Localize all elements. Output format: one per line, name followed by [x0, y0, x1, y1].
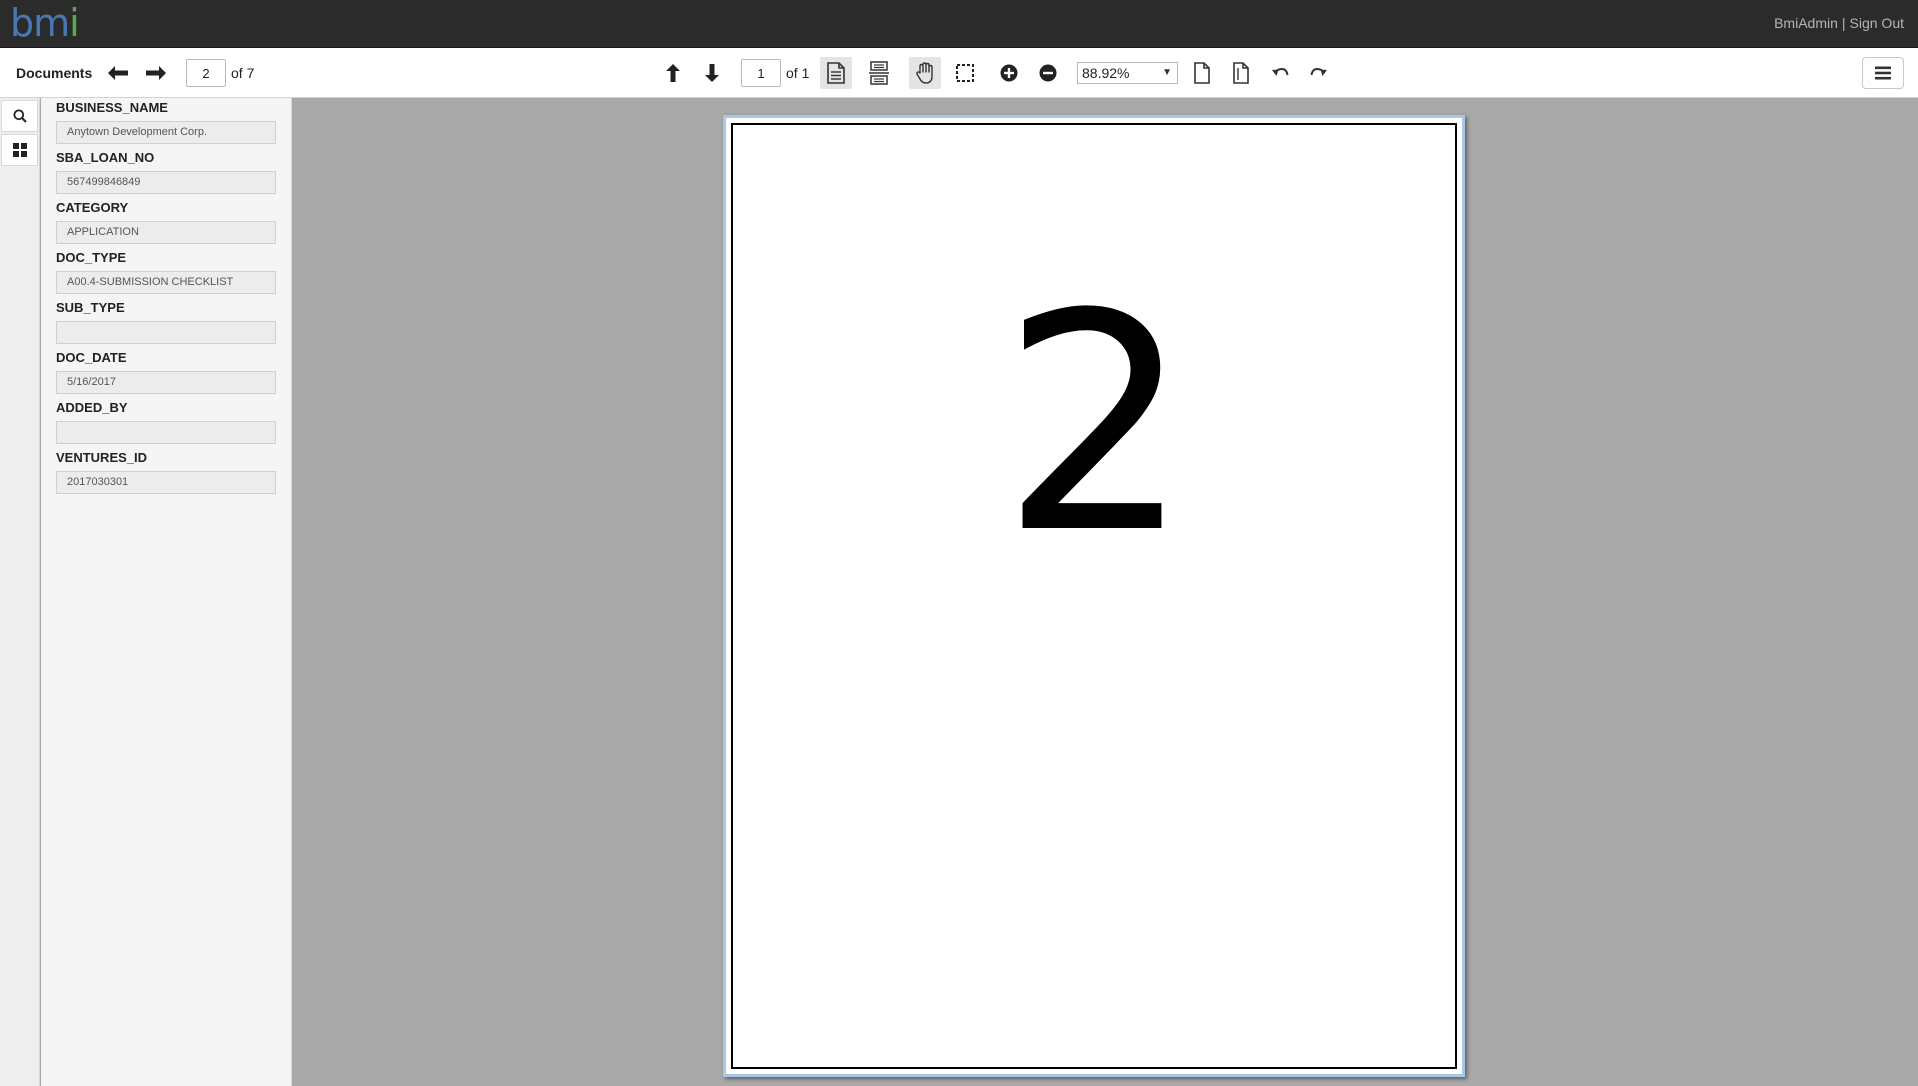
field-label: CATEGORY	[56, 200, 129, 215]
field-ventures-id: VENTURES_ID 2017030301	[56, 449, 276, 494]
user-separator: |	[1841, 15, 1846, 31]
document-number-input[interactable]	[186, 59, 226, 87]
field-label: ADDED_BY	[56, 400, 128, 415]
field-doc-type: DOC_TYPE A00.4-SUBMISSION CHECKLIST	[56, 249, 276, 294]
field-value-box[interactable]: 5/16/2017	[56, 371, 276, 394]
page-selection-frame[interactable]: 2	[723, 115, 1465, 1077]
single-page-icon	[827, 62, 845, 84]
single-page-view-button[interactable]	[820, 57, 852, 89]
page-number-input[interactable]	[741, 59, 781, 87]
hamburger-icon	[1875, 66, 1891, 80]
minus-circle-icon	[1039, 64, 1057, 82]
previous-page-button[interactable]	[657, 57, 689, 89]
arrow-right-icon	[146, 66, 166, 80]
arrow-up-icon	[666, 64, 680, 82]
document-viewer[interactable]: 2	[292, 98, 1918, 1086]
username-label: BmiAdmin	[1774, 15, 1838, 31]
field-sba-loan-no: SBA_LOAN_NO 567499846849	[56, 149, 276, 194]
zoom-level-select[interactable]: 88.92% ▼	[1077, 62, 1178, 84]
hamburger-menu-button[interactable]	[1862, 57, 1904, 89]
marquee-select-icon	[956, 64, 974, 82]
document-count-label: of 7	[231, 65, 255, 81]
search-panel-button[interactable]	[1, 100, 38, 132]
page-count-label: of 1	[786, 65, 810, 81]
fit-width-button[interactable]	[1225, 57, 1257, 89]
logo-text-main: bm	[10, 1, 70, 45]
field-value-box[interactable]: A00.4-SUBMISSION CHECKLIST	[56, 271, 276, 294]
logo-text-i: i	[69, 1, 80, 45]
dropdown-arrow-icon: ▼	[1162, 67, 1172, 78]
user-area: BmiAdmin | Sign Out	[1774, 15, 1904, 31]
continuous-page-view-button[interactable]	[863, 57, 895, 89]
zoom-in-button[interactable]	[993, 57, 1025, 89]
field-value-box[interactable]	[56, 321, 276, 344]
field-label: SUB_TYPE	[56, 300, 125, 315]
field-value-box[interactable]: 567499846849	[56, 171, 276, 194]
thumbnails-panel-button[interactable]	[1, 134, 38, 166]
field-label: DOC_TYPE	[56, 250, 127, 265]
grid-icon	[12, 143, 27, 157]
field-value-box[interactable]: 2017030301	[56, 471, 276, 494]
continuous-pages-icon	[869, 61, 889, 85]
zoom-level-value: 88.92%	[1082, 65, 1130, 81]
document-toolbar: Documents of 7 of 1 88.92% ▼	[0, 48, 1918, 98]
field-label: DOC_DATE	[56, 350, 127, 365]
page-width-icon	[1233, 62, 1249, 84]
field-added-by: ADDED_BY	[56, 399, 276, 444]
field-label: VENTURES_ID	[56, 450, 148, 465]
rotate-right-icon	[1310, 67, 1327, 76]
plus-circle-icon	[1000, 64, 1018, 82]
next-page-button[interactable]	[696, 57, 728, 89]
area-select-tool-button[interactable]	[949, 57, 981, 89]
document-page[interactable]: 2	[731, 123, 1457, 1069]
top-header-bar: bmi BmiAdmin | Sign Out	[0, 0, 1918, 48]
previous-document-button[interactable]	[102, 57, 134, 89]
hand-icon	[916, 62, 933, 84]
sign-out-link[interactable]: Sign Out	[1850, 15, 1904, 31]
field-value-box[interactable]: Anytown Development Corp.	[56, 121, 276, 144]
arrow-left-icon	[108, 66, 128, 80]
field-business-name: BUSINESS_NAME Anytown Development Corp.	[56, 99, 276, 144]
field-value-box[interactable]	[56, 421, 276, 444]
documents-label: Documents	[16, 65, 93, 81]
zoom-out-button[interactable]	[1032, 57, 1064, 89]
rotate-left-icon	[1272, 67, 1289, 76]
pan-tool-button[interactable]	[909, 57, 941, 89]
next-document-button[interactable]	[140, 57, 172, 89]
field-category: CATEGORY APPLICATION	[56, 199, 276, 244]
field-sub-type: SUB_TYPE	[56, 299, 276, 344]
search-icon	[13, 109, 27, 123]
document-fields-panel: BUSINESS_NAME Anytown Development Corp. …	[41, 98, 292, 1086]
left-icon-rail	[0, 98, 40, 1086]
arrow-down-icon	[705, 64, 719, 82]
bmi-logo[interactable]: bmi	[10, 1, 80, 45]
field-value-box[interactable]: APPLICATION	[56, 221, 276, 244]
field-label: BUSINESS_NAME	[56, 100, 168, 115]
rotate-left-button[interactable]	[1264, 57, 1296, 89]
field-label: SBA_LOAN_NO	[56, 150, 155, 165]
fit-page-button[interactable]	[1186, 57, 1218, 89]
page-outline-icon	[1194, 62, 1210, 84]
field-doc-date: DOC_DATE 5/16/2017	[56, 349, 276, 394]
rotate-right-button[interactable]	[1303, 57, 1335, 89]
page-content-number: 2	[1000, 250, 1192, 599]
